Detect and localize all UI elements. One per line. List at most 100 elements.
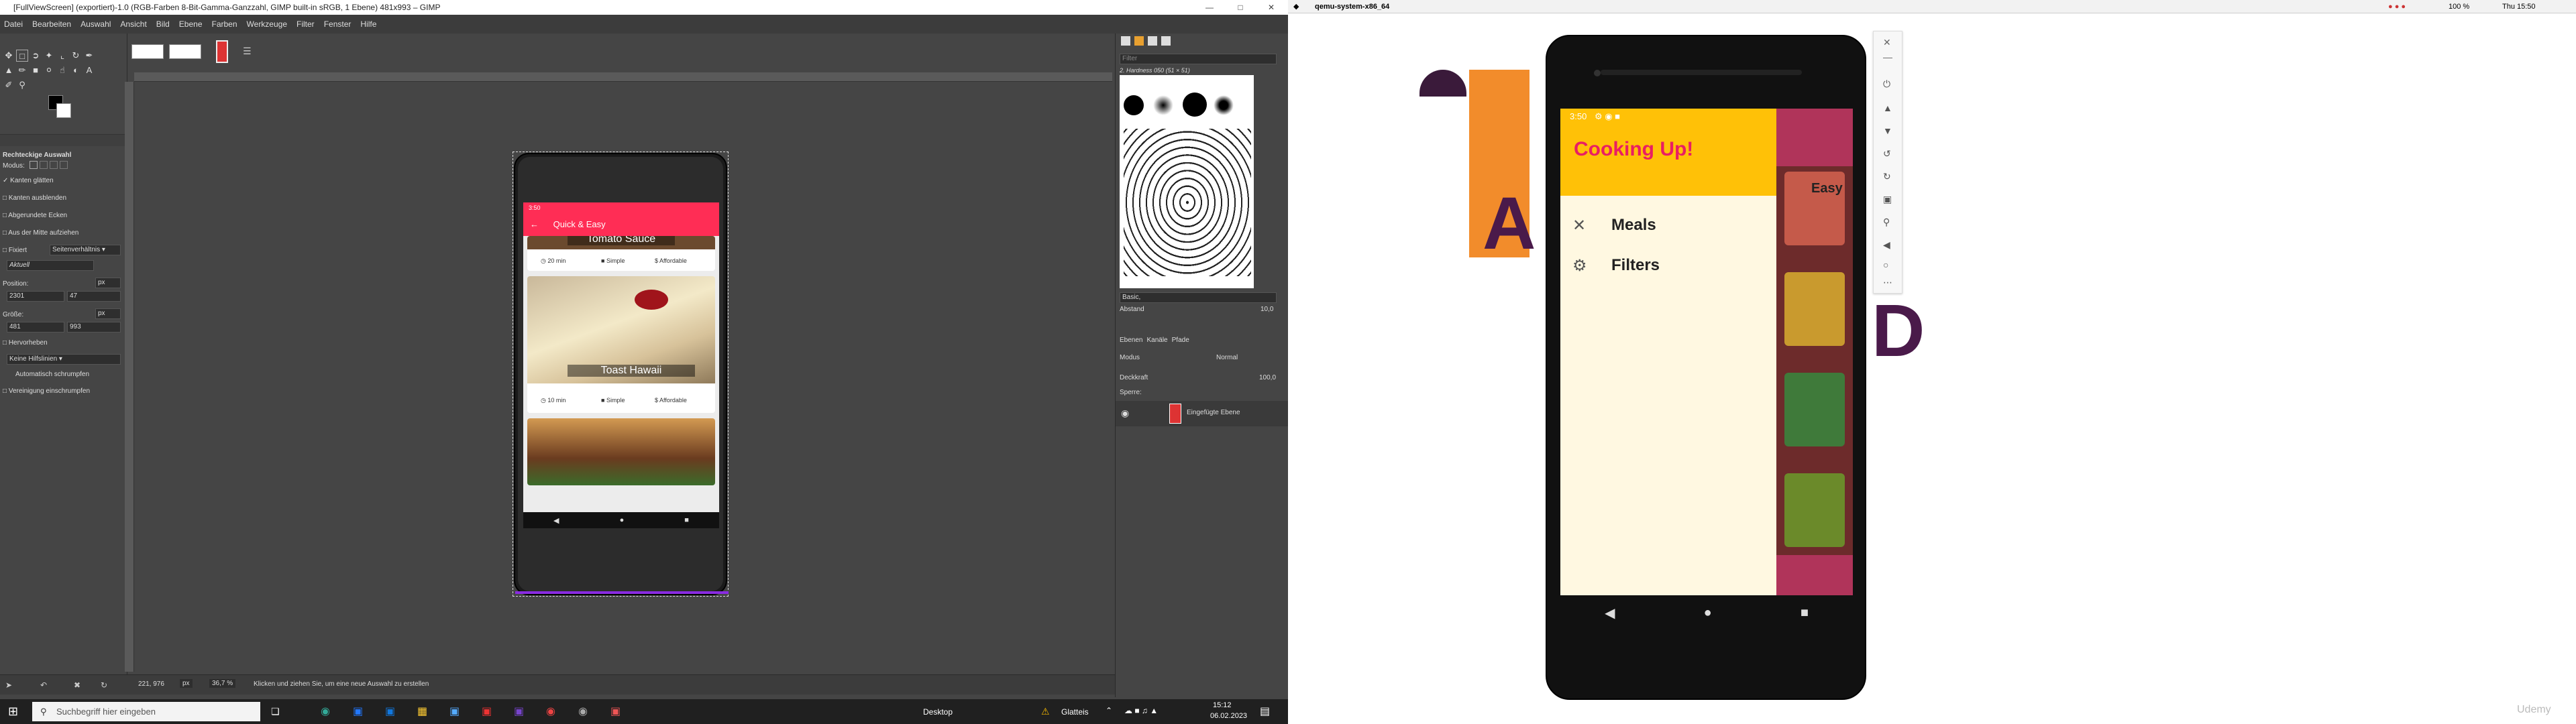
app-icon[interactable]: ▣ — [449, 705, 460, 718]
paint-tool-icon[interactable]: ✏ — [16, 64, 28, 76]
meal-card[interactable]: Toast Hawaii ◷ 10 min ■ Simple $ Afforda… — [527, 276, 715, 413]
size-unit-select[interactable]: px — [95, 308, 121, 319]
undo-icon[interactable]: ↶ — [40, 680, 47, 690]
fuzzy-select-tool-icon[interactable]: ✦ — [43, 50, 55, 62]
taskbar-time[interactable]: 15:12 — [1213, 701, 1232, 709]
color-picker-tool-icon[interactable]: ✐ — [3, 79, 15, 91]
mode-add-icon[interactable] — [40, 161, 48, 169]
menu-bild[interactable]: Bild — [156, 19, 170, 29]
zoom-select[interactable]: 36,7 % — [209, 679, 236, 688]
tab-ebenen[interactable]: Ebenen — [1120, 337, 1142, 347]
desktop-label[interactable]: Desktop — [923, 707, 953, 717]
menu-ebene[interactable]: Ebene — [179, 19, 203, 29]
dodge-tool-icon[interactable]: ◐ — [70, 64, 82, 76]
meal-card[interactable] — [527, 418, 715, 485]
opacity-value[interactable]: 100,0 — [1259, 374, 1276, 381]
brush-preset-field[interactable]: Basic, — [1120, 292, 1277, 303]
power-icon[interactable]: ⏻ — [1883, 78, 1890, 90]
rounded-checkbox[interactable]: □ Abgerundete Ecken — [3, 212, 67, 219]
antialias-checkbox[interactable]: ✓ Kanten glätten — [3, 177, 54, 184]
delete-icon[interactable]: ✖ — [74, 680, 80, 690]
position-y-field[interactable]: 47 — [67, 291, 121, 302]
feather-checkbox[interactable]: □ Kanten ausblenden — [3, 194, 66, 202]
rotate-right-icon[interactable]: ↻ — [1883, 171, 1891, 182]
vertical-ruler[interactable] — [125, 82, 134, 672]
tab-kanaele[interactable]: Kanäle — [1146, 337, 1167, 347]
image-tabs-menu-icon[interactable]: ☰ — [243, 46, 252, 57]
layer-row[interactable]: ◉ Eingefügte Ebene — [1116, 401, 1289, 426]
text-tool-icon[interactable]: A — [83, 64, 95, 76]
eraser-tool-icon[interactable]: ■ — [30, 64, 42, 76]
document-tab-icon[interactable] — [1161, 36, 1171, 46]
crop-tool-icon[interactable]: ⌞ — [56, 50, 68, 62]
filezilla-icon[interactable]: ▣ — [482, 705, 492, 718]
teams-icon[interactable]: ▣ — [514, 705, 524, 718]
spacing-value[interactable]: 10,0 — [1260, 306, 1273, 313]
fixed-checkbox[interactable]: □ Fixiert — [3, 247, 27, 254]
menu-hilfe[interactable]: Hilfe — [360, 19, 376, 29]
nav-home-icon[interactable]: ● — [1704, 605, 1712, 621]
image-thumb-active[interactable] — [216, 40, 228, 63]
minimize-icon[interactable]: — — [1883, 52, 1892, 62]
patterns-tab-icon[interactable] — [1134, 36, 1144, 46]
size-width-field[interactable]: 481 — [7, 322, 64, 333]
close-icon[interactable]: ✕ — [1256, 0, 1287, 15]
brushes-tab-icon[interactable] — [1121, 36, 1130, 46]
drawer-item-meals[interactable]: ✕ Meals — [1560, 209, 1776, 243]
taskbar-date[interactable]: 06.02.2023 — [1210, 712, 1247, 720]
horizontal-ruler[interactable] — [134, 72, 1112, 82]
task-view-icon[interactable]: ❏ — [271, 706, 280, 717]
fixed-dropdown[interactable]: Seitenverhältnis ▾ — [50, 245, 121, 255]
minimize-icon[interactable]: — — [1194, 0, 1225, 15]
menu-fenster[interactable]: Fenster — [324, 19, 352, 29]
maximize-icon[interactable]: □ — [1225, 0, 1256, 15]
zoom-tool-icon[interactable]: ⚲ — [16, 79, 28, 91]
nav-recents-icon[interactable]: ■ — [1801, 605, 1809, 621]
size-height-field[interactable]: 993 — [67, 322, 121, 333]
screenshot-icon[interactable]: ▣ — [1883, 194, 1892, 205]
layer-mode-select[interactable]: Normal — [1216, 354, 1238, 361]
word-icon[interactable]: ▣ — [353, 705, 363, 718]
menu-farben[interactable]: Farben — [212, 19, 237, 29]
expand-center-checkbox[interactable]: □ Aus der Mitte aufziehen — [3, 229, 78, 237]
home-icon[interactable]: ○ — [1883, 259, 1888, 270]
menu-filter[interactable]: Filter — [297, 19, 315, 29]
app-icon-2[interactable]: ▣ — [610, 705, 621, 718]
close-icon[interactable]: ✕ — [1883, 37, 1891, 48]
taskbar-search[interactable]: ⚲ Suchbegriff hier eingeben — [32, 702, 260, 721]
explorer-icon[interactable]: ▦ — [417, 705, 427, 718]
menu-auswahl[interactable]: Auswahl — [80, 19, 111, 29]
background-color[interactable] — [56, 103, 71, 118]
highlight-checkbox[interactable]: □ Hervorheben — [3, 339, 48, 347]
rect-select-tool-icon[interactable]: □ — [16, 50, 28, 62]
zoom-icon[interactable]: ⚲ — [1883, 217, 1890, 228]
paths-tool-icon[interactable]: ✒ — [83, 50, 95, 62]
tray-chevron-icon[interactable]: ⌃ — [1106, 706, 1112, 715]
unit-select[interactable]: px — [180, 679, 193, 688]
brush-filter-input[interactable]: Filter — [1120, 54, 1277, 64]
nav-back-icon[interactable]: ◀ — [1605, 605, 1615, 621]
transform-tool-icon[interactable]: ↻ — [70, 50, 82, 62]
brush-grid[interactable] — [1120, 75, 1254, 288]
more-icon[interactable]: ⋯ — [1883, 277, 1892, 288]
chrome-icon[interactable]: ◉ — [546, 705, 555, 718]
meal-card[interactable]: Tomato Sauce ◷ 20 min ■ Simple $ Afforda… — [527, 236, 715, 271]
mode-intersect-icon[interactable] — [60, 161, 68, 169]
menu-datei[interactable]: Datei — [4, 19, 23, 29]
back-icon[interactable]: ◀ — [1883, 239, 1890, 251]
fonts-tab-icon[interactable] — [1148, 36, 1157, 46]
gimp-taskbar-icon[interactable]: ◉ — [578, 705, 588, 718]
lasso-tool-icon[interactable]: ➲ — [30, 50, 42, 62]
drawer-item-filters[interactable]: ⚙ Filters — [1560, 249, 1776, 283]
rotate-left-icon[interactable]: ↺ — [1883, 148, 1891, 160]
position-unit-select[interactable]: px — [95, 278, 121, 288]
autoshrink-button[interactable]: Automatisch schrumpfen — [13, 370, 114, 381]
fill-tool-icon[interactable]: ▲ — [3, 64, 15, 76]
guides-dropdown[interactable]: Keine Hilfslinien ▾ — [7, 354, 121, 365]
volume-down-icon[interactable]: ▼ — [1883, 125, 1892, 136]
reset-icon[interactable]: ↻ — [101, 680, 107, 690]
notifications-icon[interactable]: ▤ — [1260, 705, 1270, 718]
menu-bearbeiten[interactable]: Bearbeiten — [32, 19, 71, 29]
windows-start-icon[interactable]: ⊞ — [8, 705, 18, 719]
image-thumb-2[interactable] — [169, 44, 201, 59]
